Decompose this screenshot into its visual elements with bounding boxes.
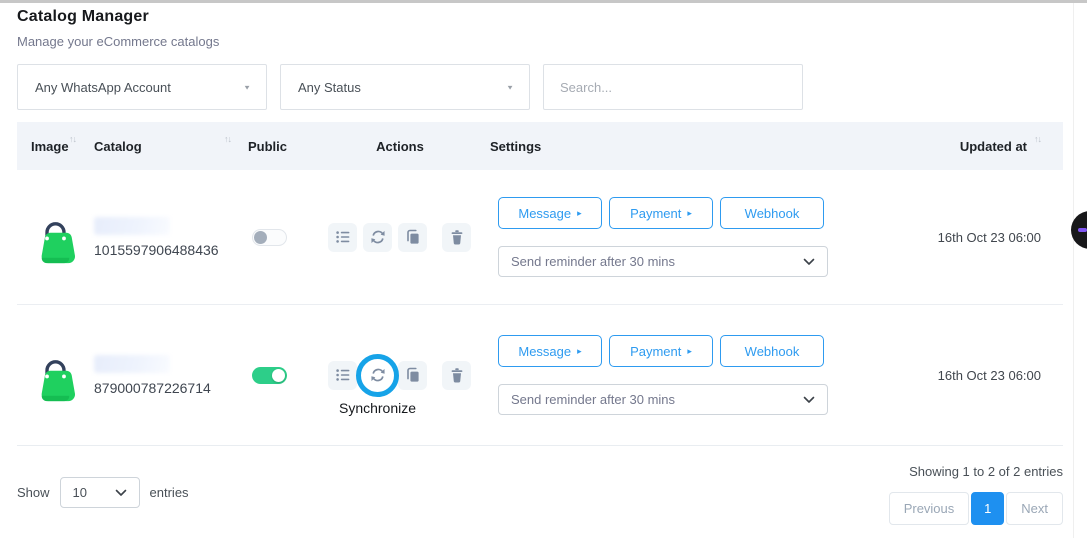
table-row: 879000787226714 Synchronize Message▸ Pay… (17, 305, 1063, 445)
list-icon (335, 367, 351, 383)
column-header-image[interactable]: Image ↑↓ (17, 139, 80, 154)
search-input[interactable] (543, 64, 803, 110)
settings-cell: Message▸ Payment▸ Webhook Send reminder … (480, 335, 840, 415)
catalog-name-redacted (94, 217, 170, 235)
updated-at-cell: 16th Oct 23 06:00 (840, 230, 1063, 245)
duplicate-button[interactable] (398, 223, 427, 252)
next-page-button[interactable]: Next (1006, 492, 1063, 525)
pagination: Previous 1 Next (889, 492, 1063, 525)
webhook-settings-button[interactable]: Webhook (720, 197, 824, 229)
status-select-value: Any Status (298, 80, 361, 95)
submenu-arrow-icon: ▸ (577, 209, 582, 218)
delete-button[interactable] (442, 223, 471, 252)
message-settings-button[interactable]: Message▸ (498, 197, 602, 229)
column-header-updated-at[interactable]: Updated at ↑↓ (840, 139, 1063, 154)
chevron-down-icon (803, 258, 815, 266)
actions-cell (320, 223, 480, 252)
synchronize-annotated-wrap: Synchronize (363, 361, 392, 390)
catalog-cell: 1015597906488436 (80, 217, 235, 258)
page-subtitle: Manage your eCommerce catalogs (17, 34, 1063, 49)
catalog-id: 1015597906488436 (94, 242, 219, 258)
sort-icon[interactable]: ↑↓ (69, 134, 76, 144)
page-size-select[interactable]: 10 (60, 477, 140, 508)
synchronize-button[interactable] (363, 223, 392, 252)
sync-icon (370, 229, 386, 245)
message-settings-button[interactable]: Message▸ (498, 335, 602, 367)
trash-icon (449, 229, 465, 245)
dropdown-caret-icon: ▼ (506, 83, 514, 90)
list-items-button[interactable] (328, 361, 357, 390)
status-select[interactable]: Any Status ▼ (280, 64, 530, 110)
actions-cell: Synchronize (320, 361, 480, 390)
dropdown-caret-icon: ▼ (243, 83, 251, 90)
duplicate-button[interactable] (398, 361, 427, 390)
column-header-actions: Actions (320, 139, 480, 154)
reminder-select-value: Send reminder after 30 mins (511, 392, 675, 407)
show-label: Show (17, 485, 50, 500)
pagination-area: Showing 1 to 2 of 2 entries Previous 1 N… (889, 464, 1063, 525)
reminder-select-value: Send reminder after 30 mins (511, 254, 675, 269)
submenu-arrow-icon: ▸ (577, 347, 582, 356)
public-toggle[interactable] (252, 367, 287, 384)
entries-label: entries (150, 485, 189, 500)
copy-icon (405, 229, 421, 245)
delete-button[interactable] (442, 361, 471, 390)
list-items-button[interactable] (328, 223, 357, 252)
updated-at-cell: 16th Oct 23 06:00 (840, 368, 1063, 383)
column-header-settings: Settings (480, 139, 840, 154)
catalog-cell: 879000787226714 (80, 355, 235, 396)
payment-settings-button[interactable]: Payment▸ (609, 335, 713, 367)
trash-icon (449, 367, 465, 383)
table-row: 1015597906488436 Message▸ Payment▸ Webho… (17, 170, 1063, 305)
sort-icon[interactable]: ↑↓ (1034, 134, 1041, 144)
current-page-button[interactable]: 1 (971, 492, 1004, 525)
page-size-value: 10 (73, 485, 87, 500)
synchronize-annotation-label: Synchronize (339, 400, 416, 416)
previous-page-button[interactable]: Previous (889, 492, 970, 525)
widget-dash-icon (1078, 228, 1087, 232)
toggle-knob (254, 231, 267, 244)
copy-icon (405, 367, 421, 383)
table-header-row: Image ↑↓ Catalog ↑↓ Public Actions Setti… (17, 122, 1063, 170)
public-toggle[interactable] (252, 229, 287, 246)
catalog-image-cell (17, 209, 80, 266)
chevron-down-icon (803, 396, 815, 404)
synchronize-highlight-ring[interactable] (356, 354, 399, 397)
catalog-image-cell (17, 347, 80, 404)
list-icon (335, 229, 351, 245)
shopping-bag-icon (31, 347, 80, 404)
sort-icon[interactable]: ↑↓ (224, 134, 231, 144)
whatsapp-account-select[interactable]: Any WhatsApp Account ▼ (17, 64, 267, 110)
shopping-bag-icon (31, 209, 80, 266)
whatsapp-account-select-value: Any WhatsApp Account (35, 80, 171, 95)
payment-settings-button[interactable]: Payment▸ (609, 197, 713, 229)
column-header-public: Public (235, 139, 320, 154)
reminder-select[interactable]: Send reminder after 30 mins (498, 384, 828, 415)
reminder-select[interactable]: Send reminder after 30 mins (498, 246, 828, 277)
page-size-group: Show 10 entries (17, 460, 189, 525)
catalog-name-redacted (94, 355, 170, 373)
toggle-knob (272, 369, 285, 382)
catalog-manager-page: Catalog Manager Manage your eCommerce ca… (0, 0, 1087, 538)
public-cell (235, 229, 320, 246)
catalog-id: 879000787226714 (94, 380, 211, 396)
window-top-edge (0, 0, 1087, 3)
showing-entries-text: Showing 1 to 2 of 2 entries (909, 464, 1063, 479)
submenu-arrow-icon: ▸ (687, 209, 692, 218)
page-title: Catalog Manager (17, 8, 1063, 26)
sync-icon (370, 367, 386, 383)
column-header-catalog[interactable]: Catalog ↑↓ (80, 139, 235, 154)
webhook-settings-button[interactable]: Webhook (720, 335, 824, 367)
public-cell (235, 367, 320, 384)
submenu-arrow-icon: ▸ (687, 347, 692, 356)
table-footer: Show 10 entries Showing 1 to 2 of 2 entr… (17, 445, 1063, 525)
filter-bar: Any WhatsApp Account ▼ Any Status ▼ (17, 64, 1063, 110)
chevron-down-icon (115, 489, 127, 497)
settings-cell: Message▸ Payment▸ Webhook Send reminder … (480, 197, 840, 277)
